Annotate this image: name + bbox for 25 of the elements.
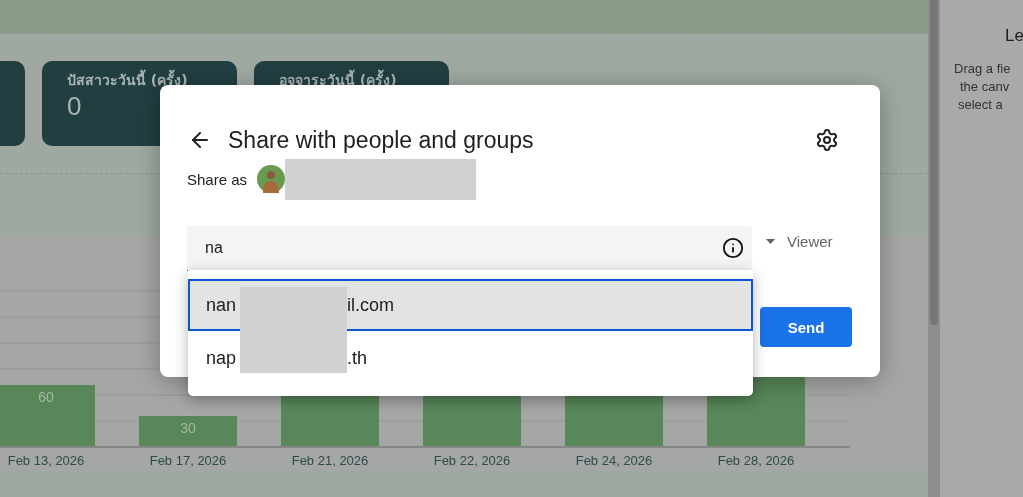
scrollbar-thumb[interactable]: [930, 0, 938, 325]
send-button[interactable]: Send: [760, 307, 852, 347]
card-value: 0: [67, 91, 82, 121]
dialog-title: Share with people and groups: [228, 126, 535, 154]
card-title: อจจาระวันนี้ (ครั้ง): [279, 69, 397, 91]
hint-text: Drag a fie: [954, 60, 1011, 78]
axis-label: Feb 17, 2026: [149, 453, 227, 468]
axis-label: Feb 24, 2026: [575, 453, 653, 468]
hint-text: the canv: [960, 78, 1010, 96]
caret-icon: [766, 239, 775, 244]
axis-label: Feb 21, 2026: [291, 453, 369, 468]
axis-label: Feb 28, 2026: [717, 453, 795, 468]
settings-button[interactable]: [814, 127, 840, 153]
hint-text: select a: [958, 96, 1003, 114]
axis-label: Feb 22, 2026: [433, 453, 511, 468]
info-icon[interactable]: [722, 237, 744, 259]
panel-title: Le: [1005, 26, 1023, 46]
role-dropdown[interactable]: Viewer: [764, 231, 835, 252]
bar-value-label: 60: [38, 389, 54, 405]
people-input-field[interactable]: na: [187, 226, 752, 271]
axis-label: Feb 13, 2026: [7, 453, 85, 468]
card-title: ปัสสาวะวันนี้ (ครั้ง): [67, 69, 188, 91]
bar-value-label: 30: [180, 420, 196, 436]
avatar: [257, 165, 286, 193]
share-as-label: Share as: [187, 170, 248, 188]
